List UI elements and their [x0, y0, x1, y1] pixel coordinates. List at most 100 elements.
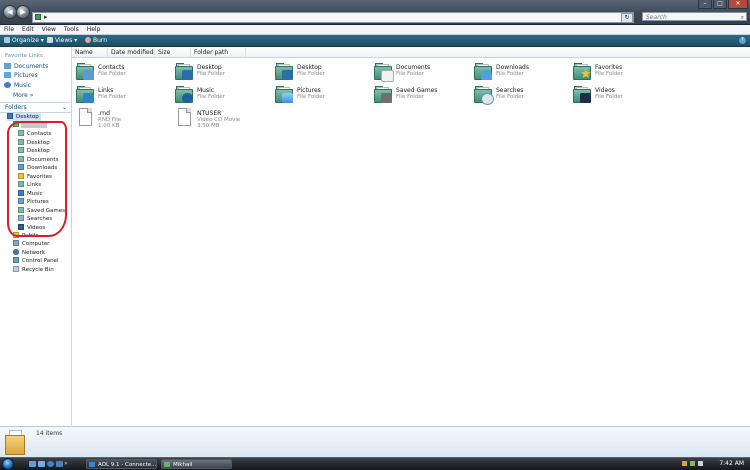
tree-item-recycle-bin[interactable]: Recycle Bin	[13, 266, 54, 274]
help-icon[interactable]: ?	[739, 37, 746, 44]
file-item-downloads[interactable]: Downloads File Folder	[471, 61, 566, 81]
title-bar: – □ ✕ ◀ ▶ ▸ ↻ Search ⌕	[0, 0, 750, 25]
file-item-videos[interactable]: Videos File Folder	[570, 84, 665, 104]
file-item-desktop-2[interactable]: Desktop File Folder	[272, 61, 367, 81]
forward-button[interactable]: ▶	[16, 5, 30, 19]
organize-icon	[4, 37, 10, 43]
file-item-searches[interactable]: Searches File Folder	[471, 84, 566, 105]
breadcrumb-separator[interactable]: ▸	[44, 13, 48, 21]
menu-help[interactable]: Help	[83, 25, 105, 34]
views-label: Views	[55, 37, 73, 44]
aol-quicklaunch-icon[interactable]	[56, 461, 63, 467]
views-button[interactable]: Views ▾	[47, 36, 77, 45]
window-controls: – □ ✕	[697, 0, 748, 9]
search-icon[interactable]: ⌕	[741, 13, 744, 22]
desktop-folder-icon	[175, 62, 193, 80]
back-button[interactable]: ◀	[3, 5, 17, 19]
file-type: File Folder	[297, 94, 325, 100]
more-link[interactable]: More »	[13, 92, 33, 100]
documents-icon	[4, 63, 11, 69]
aol-icon	[89, 462, 95, 467]
burn-disc-icon	[85, 37, 91, 43]
burn-button[interactable]: Burn	[85, 36, 107, 45]
file-type: File Folder	[595, 71, 623, 77]
volume-icon[interactable]	[698, 461, 703, 466]
internet-explorer-icon[interactable]	[47, 461, 54, 467]
file-item-contacts[interactable]: Contacts File Folder	[73, 61, 168, 81]
tree-item-label: Computer	[22, 241, 50, 247]
favorite-link-documents[interactable]: Documents	[4, 63, 48, 71]
menu-bar: File Edit View Tools Help	[0, 25, 750, 35]
pictures-icon	[4, 72, 11, 78]
start-button[interactable]	[2, 458, 14, 470]
column-header-folder-path[interactable]: Folder path	[191, 48, 246, 57]
burn-label: Burn	[93, 37, 108, 44]
file-type: File Folder	[98, 71, 126, 77]
tree-item-computer[interactable]: Computer	[13, 240, 49, 248]
file-type: File Folder	[496, 94, 524, 100]
switch-windows-icon[interactable]	[38, 461, 45, 467]
item-count: 14 items	[36, 430, 63, 437]
file-name: Pictures	[297, 87, 321, 94]
documents-folder-icon	[374, 62, 394, 82]
menu-edit[interactable]: Edit	[18, 25, 38, 34]
taskbar: » AOL 9.1 - Connecte... Mikhail 7:42 AM	[0, 457, 750, 470]
search-input[interactable]: Search ⌕	[642, 12, 747, 21]
column-header-name[interactable]: Name	[72, 48, 108, 57]
file-item-documents[interactable]: Documents File Folder	[371, 61, 466, 82]
red-annotation-circle	[7, 121, 67, 237]
folders-header[interactable]: Folders ⌄	[0, 102, 71, 113]
menu-file[interactable]: File	[0, 25, 18, 34]
folder-icon	[164, 462, 170, 467]
quicklaunch-chevron-icon[interactable]: »	[64, 461, 69, 467]
taskbar-button-aol[interactable]: AOL 9.1 - Connecte...	[86, 459, 157, 469]
column-header-date-modified[interactable]: Date modified	[108, 48, 155, 57]
close-button[interactable]: ✕	[728, 0, 748, 9]
minimize-button[interactable]: –	[698, 0, 712, 9]
refresh-button[interactable]: ↻	[621, 13, 633, 23]
maximize-button[interactable]: □	[713, 0, 727, 9]
tree-item-control-panel[interactable]: Control Panel	[13, 257, 58, 265]
show-desktop-icon[interactable]	[29, 461, 36, 467]
file-item-music[interactable]: Music File Folder	[172, 84, 267, 104]
file-name: NTUSER	[197, 110, 222, 117]
clock[interactable]: 7:42 AM	[719, 458, 744, 470]
navigation-pane: Favorite Links Documents Pictures Music …	[0, 47, 72, 425]
downloads-folder-icon	[474, 62, 492, 80]
file-item-favorites[interactable]: ★ Favorites File Folder	[570, 61, 665, 81]
column-header-size[interactable]: Size	[155, 48, 191, 57]
music-icon	[4, 82, 11, 88]
file-item-saved-games[interactable]: Saved Games File Folder	[371, 84, 466, 104]
views-icon	[47, 37, 53, 43]
file-type: File Folder	[595, 94, 623, 100]
file-item-pictures[interactable]: Pictures File Folder	[272, 84, 367, 104]
tree-item-desktop[interactable]: Desktop	[7, 113, 41, 121]
menu-view[interactable]: View	[38, 25, 60, 34]
tree-item-network[interactable]: Network	[13, 249, 45, 257]
links-folder-icon	[76, 85, 94, 103]
computer-icon	[13, 240, 19, 246]
file-name: .rnd	[98, 110, 110, 117]
file-type: File Folder	[98, 94, 126, 100]
tray-app-icon[interactable]	[682, 461, 687, 466]
file-name: Favorites	[595, 64, 623, 71]
generic-file-icon	[76, 108, 94, 126]
folder-icon	[5, 429, 25, 456]
file-name: Saved Games	[396, 87, 438, 94]
file-name: Videos	[595, 87, 615, 94]
address-bar[interactable]: ▸	[32, 12, 634, 23]
file-type: File Folder	[197, 71, 225, 77]
searches-folder-icon	[474, 85, 494, 105]
favorite-link-pictures[interactable]: Pictures	[4, 72, 38, 80]
organize-button[interactable]: Organize ▾	[4, 36, 44, 45]
command-toolbar: Organize ▾ Views ▾ Burn ?	[0, 35, 750, 47]
file-item-rnd[interactable]: .rnd RND File 1.00 KB	[73, 107, 168, 129]
file-item-desktop-1[interactable]: Desktop File Folder	[172, 61, 267, 81]
file-item-links[interactable]: Links File Folder	[73, 84, 168, 104]
favorite-link-music[interactable]: Music	[4, 82, 31, 90]
taskbar-button-explorer[interactable]: Mikhail	[161, 459, 232, 469]
file-item-ntuser[interactable]: NTUSER Video CD Movie 3.50 MB	[172, 107, 267, 129]
network-tray-icon[interactable]	[690, 461, 695, 466]
menu-tools[interactable]: Tools	[60, 25, 83, 34]
folders-heading: Folders	[5, 104, 27, 111]
